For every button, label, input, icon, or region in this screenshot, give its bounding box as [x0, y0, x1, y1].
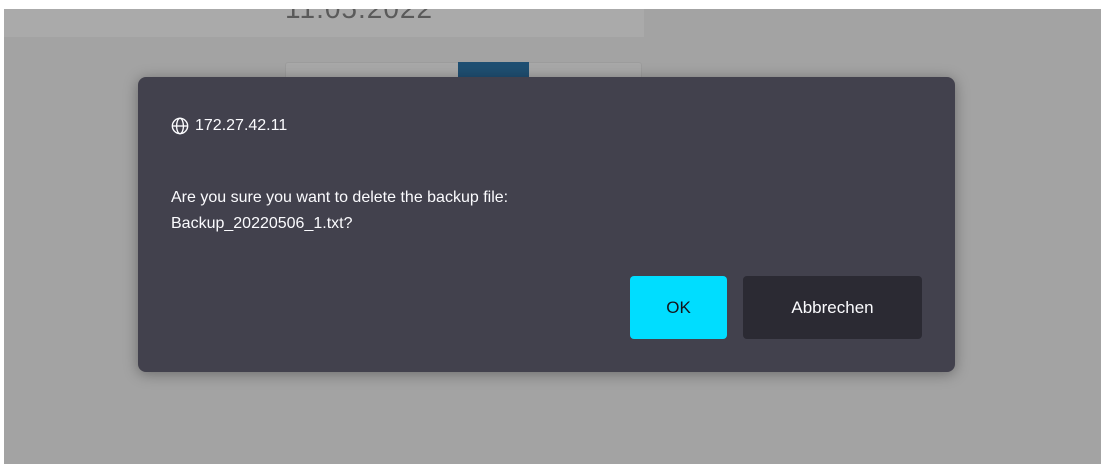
globe-icon	[171, 117, 189, 135]
window-top-border	[0, 0, 1101, 9]
dialog-origin-address: 172.27.42.11	[195, 117, 288, 134]
dialog-origin: 172.27.42.11	[171, 117, 287, 135]
background-date: 11.05.2022	[285, 9, 433, 23]
confirm-dialog: 172.27.42.11 Are you sure you want to de…	[138, 77, 955, 372]
dialog-message: Are you sure you want to delete the back…	[171, 189, 509, 232]
background-date-card: 11.05.2022	[4, 9, 644, 37]
ok-button[interactable]: OK	[630, 276, 727, 339]
cancel-button[interactable]: Abbrechen	[743, 276, 922, 339]
page: 11.05.2022 172.27.42.11 Are you sure you…	[0, 0, 1101, 464]
